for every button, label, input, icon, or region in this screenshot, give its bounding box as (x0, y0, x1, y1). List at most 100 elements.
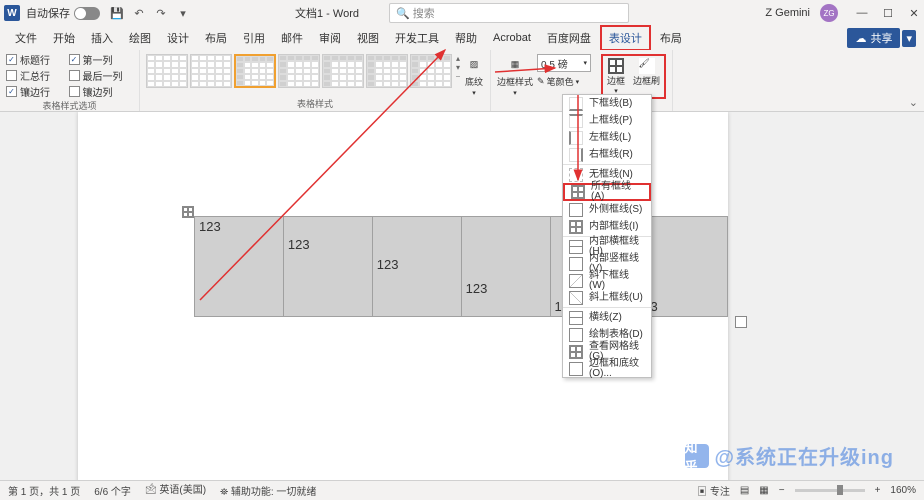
document-canvas[interactable]: 123 123 123 123 12 23 (0, 112, 924, 480)
table-style-options-group: ✓标题行 ✓第一列汇总行最后一列 ✓镶边行镶边列 表格样式选项 (0, 50, 140, 111)
zoom-in-icon[interactable]: + (875, 485, 881, 496)
save-icon[interactable]: 💾 (110, 6, 124, 20)
menu-item-所有框线(A)[interactable]: 所有框线(A) (563, 183, 651, 201)
collapse-ribbon-icon[interactable]: ⌄ (909, 96, 918, 109)
autosave-toggle[interactable]: 自动保存 (26, 5, 100, 21)
ribbon: ✓标题行 ✓第一列汇总行最后一列 ✓镶边行镶边列 表格样式选项 ▴ ▾ ⎯ ▨ 底纹… (0, 50, 924, 112)
pen-icon: ✎ (537, 76, 545, 87)
zoom-out-icon[interactable]: − (779, 485, 785, 496)
tab-审阅[interactable]: 审阅 (312, 27, 348, 49)
tab-开始[interactable]: 开始 (46, 27, 82, 49)
style-thumb[interactable] (410, 54, 452, 88)
menu-item-斜上框线(U)[interactable]: 斜上框线(U) (563, 289, 651, 306)
tab-文件[interactable]: 文件 (8, 27, 44, 49)
menu-item-内部框线(I)[interactable]: 内部框线(I) (563, 218, 651, 235)
checkbox-最后一列[interactable]: 最后一列 (69, 68, 134, 83)
cell-text[interactable]: 123 (377, 257, 399, 272)
border-type-icon (569, 220, 583, 234)
toggle-icon[interactable] (74, 7, 100, 20)
zoom-slider[interactable] (795, 489, 865, 492)
share-dropdown[interactable]: ▾ (902, 30, 916, 47)
menu-item-外侧框线(S)[interactable]: 外侧框线(S) (563, 201, 651, 218)
table-style-gallery[interactable]: ▴ ▾ ⎯ ▨ 底纹▾ (146, 52, 484, 97)
table-resize-handle[interactable] (735, 316, 747, 328)
search-input[interactable]: 🔍 搜索 (389, 3, 629, 23)
gallery-up-icon[interactable]: ▴ (456, 54, 460, 63)
view-web-icon[interactable]: ▦ (759, 485, 768, 496)
checkbox-标题行[interactable]: ✓标题行 (6, 52, 61, 67)
search-placeholder: 搜索 (413, 5, 435, 21)
tab-邮件[interactable]: 邮件 (274, 27, 310, 49)
tab-布局[interactable]: 布局 (198, 27, 234, 49)
checkbox-镶边列[interactable]: 镶边列 (69, 84, 134, 99)
menu-item-横线(Z)[interactable]: 横线(Z) (563, 309, 651, 326)
pen-color-button[interactable]: ✎ 笔颜色 ▾ (537, 75, 591, 88)
menu-item-斜下框线(W)[interactable]: 斜下框线(W) (563, 272, 651, 289)
tab-Acrobat[interactable]: Acrobat (486, 29, 538, 47)
style-thumb[interactable] (322, 54, 364, 88)
menu-item-上框线(P)[interactable]: 上框线(P) (563, 112, 651, 129)
gallery-down-icon[interactable]: ▾ (456, 63, 460, 72)
style-thumb[interactable] (190, 54, 232, 88)
focus-mode-button[interactable]: ▣ 专注 (697, 483, 730, 498)
checkbox-第一列[interactable]: ✓第一列 (69, 52, 134, 67)
word-count[interactable]: 6/6 个字 (94, 483, 131, 498)
tab-开发工具[interactable]: 开发工具 (388, 27, 446, 49)
share-button[interactable]: ☁ 共享 (847, 28, 900, 48)
word-icon: W (4, 5, 20, 21)
tab-设计[interactable]: 设计 (160, 27, 196, 49)
user-name[interactable]: Z Gemini (765, 7, 810, 19)
table-styles-group: ▴ ▾ ⎯ ▨ 底纹▾ 表格样式 (140, 50, 491, 111)
checkbox-镶边行[interactable]: ✓镶边行 (6, 84, 61, 99)
cell-text[interactable]: 123 (288, 237, 310, 252)
borders-dropdown-menu: 下框线(B)上框线(P)左框线(L)右框线(R)无框线(N)所有框线(A)外侧框… (562, 94, 652, 378)
menu-item-右框线(R)[interactable]: 右框线(R) (563, 146, 651, 163)
status-bar: 第 1 页，共 1 页 6/6 个字 🖄 英语(美国) ⛯ 辅助功能: 一切就绪… (0, 480, 924, 500)
redo-icon[interactable]: ↷ (154, 6, 168, 20)
border-type-icon (569, 131, 583, 145)
tab-插入[interactable]: 插入 (84, 27, 120, 49)
style-thumb[interactable] (146, 54, 188, 88)
shading-button[interactable]: ▨ 底纹▾ (464, 54, 484, 97)
style-thumb[interactable] (366, 54, 408, 88)
border-type-icon (569, 291, 583, 305)
checkbox-icon (6, 70, 17, 81)
menu-item-边框和底纹(O)...[interactable]: 边框和底纹(O)... (563, 360, 651, 377)
tab-绘图[interactable]: 绘图 (122, 27, 158, 49)
close-button[interactable]: ✕ (908, 7, 920, 20)
border-type-icon (569, 148, 583, 162)
tab-表设计[interactable]: 表设计 (600, 25, 651, 51)
tab-视图[interactable]: 视图 (350, 27, 386, 49)
style-thumb-selected[interactable] (234, 54, 276, 88)
tab-帮助[interactable]: 帮助 (448, 27, 484, 49)
menu-item-左框线(L)[interactable]: 左框线(L) (563, 129, 651, 146)
border-width-combo[interactable]: 0.5 磅▾ (537, 54, 591, 72)
group-label: 表格样式选项 (6, 99, 133, 113)
watermark: 知乎 @系统正在升级ing (685, 441, 895, 470)
tab-布局[interactable]: 布局 (653, 27, 689, 49)
tab-百度网盘[interactable]: 百度网盘 (540, 27, 598, 49)
table-move-handle[interactable] (182, 206, 194, 218)
border-type-icon (569, 362, 583, 376)
checkbox-汇总行[interactable]: 汇总行 (6, 68, 61, 83)
language-indicator[interactable]: 🖄 英语(美国) (145, 481, 206, 500)
page-indicator[interactable]: 第 1 页，共 1 页 (8, 483, 80, 498)
tab-引用[interactable]: 引用 (236, 27, 272, 49)
maximize-button[interactable]: ☐ (882, 7, 894, 20)
cell-text[interactable]: 123 (466, 281, 488, 296)
accessibility-status[interactable]: ⛯ 辅助功能: 一切就绪 (220, 483, 316, 498)
menu-item-下框线(B)[interactable]: 下框线(B) (563, 95, 651, 112)
minimize-button[interactable]: — (856, 7, 868, 20)
border-style-button[interactable]: ▦ 边框样式 ▾ (497, 54, 533, 97)
qat-more-icon[interactable]: ▾ (176, 6, 190, 20)
borders-split-button[interactable]: 边框 ▾ 🖌 边框刷 (601, 54, 666, 99)
shading-icon: ▨ (464, 54, 484, 74)
border-type-icon (571, 185, 585, 199)
view-print-icon[interactable]: ▤ (740, 485, 749, 496)
gallery-more-icon[interactable]: ⎯ (456, 72, 460, 82)
cell-text[interactable]: 123 (199, 219, 221, 234)
undo-icon[interactable]: ↶ (132, 6, 146, 20)
style-thumb[interactable] (278, 54, 320, 88)
zoom-level[interactable]: 160% (890, 485, 916, 496)
avatar[interactable]: ZG (820, 4, 838, 22)
